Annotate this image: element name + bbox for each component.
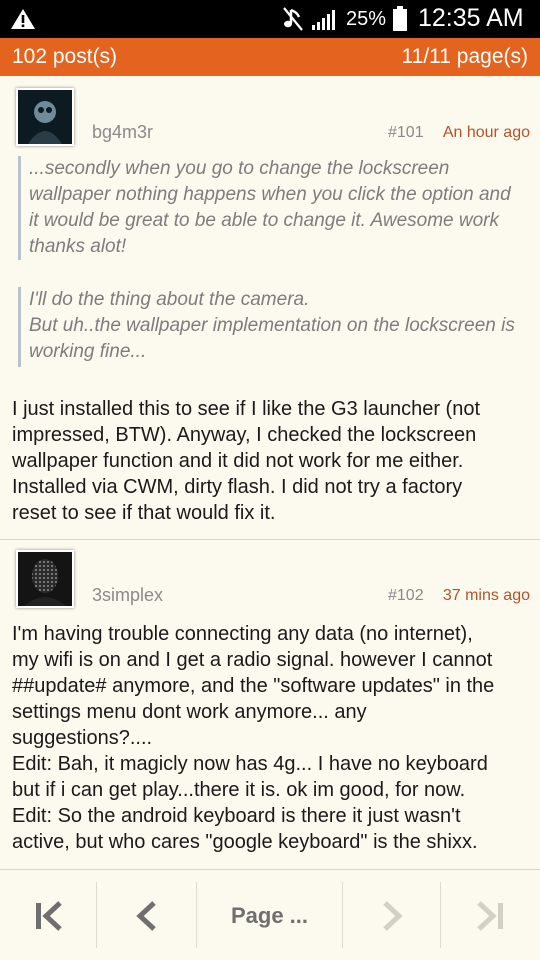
- post-divider: [0, 539, 540, 540]
- last-page-button[interactable]: [441, 870, 540, 960]
- battery-percent: 25%: [346, 8, 387, 30]
- body-line: Edit: So the android keyboard is there i…: [12, 805, 461, 827]
- warning-icon: [11, 9, 35, 29]
- quote-line: working fine...: [29, 341, 147, 362]
- body-line: impressed, BTW). Anyway, I checked the l…: [12, 424, 477, 446]
- body-line: I just installed this to see if I like t…: [12, 398, 481, 420]
- quote-line: I'll do the thing about the camera.: [29, 289, 310, 310]
- post-body: I just installed this to see if I like t…: [12, 396, 532, 526]
- quote-line: thanks alot!: [29, 236, 127, 257]
- status-bar: 25% 12:35 AM: [0, 0, 540, 38]
- first-page-button[interactable]: [0, 870, 96, 960]
- post-header: bg4m3r #101 An hour ago: [0, 88, 540, 148]
- post-number: #101: [388, 124, 424, 141]
- prev-page-button[interactable]: [97, 870, 196, 960]
- body-line: settings menu dont work anymore... any: [12, 701, 367, 723]
- page-label: Page ...: [230, 902, 309, 928]
- body-line: reset to see if that would fix it.: [12, 502, 276, 524]
- body-line: Edit: Bah, it magicly now has 4g... I ha…: [12, 753, 488, 775]
- last-page-icon: [476, 900, 503, 931]
- body-line: my wifi is on and I get a radio signal. …: [12, 649, 493, 671]
- body-line: I'm having trouble connecting any data (…: [12, 623, 473, 645]
- thread-header: 102 post(s) 11/11 page(s): [0, 38, 540, 76]
- avatar[interactable]: [16, 550, 74, 608]
- posts-count: 102 post(s): [12, 45, 118, 68]
- username[interactable]: 3simplex: [92, 585, 163, 606]
- battery-icon: [393, 6, 407, 31]
- post-body: I'm having trouble connecting any data (…: [12, 621, 532, 855]
- post-time: An hour ago: [442, 124, 530, 141]
- body-line: but if i can get play...there it is. ok …: [12, 779, 466, 801]
- post-number: #102: [388, 587, 424, 604]
- username[interactable]: bg4m3r: [92, 122, 153, 143]
- post-header: 3simplex #102 37 mins ago: [0, 550, 540, 610]
- quote-block: I'll do the thing about the camera. But …: [18, 287, 534, 367]
- post-time: 37 mins ago: [442, 587, 530, 604]
- mute-icon: [283, 7, 303, 31]
- quote-line: wallpaper nothing happens when you click…: [29, 184, 511, 205]
- quote-block: ...secondly when you go to change the lo…: [18, 156, 534, 260]
- quote-line: ...secondly when you go to change the lo…: [29, 158, 450, 179]
- quote-line: it would be great to be able to change i…: [29, 210, 499, 231]
- body-line: suggestions?....: [12, 727, 153, 749]
- signal-icon: [312, 10, 335, 30]
- body-line: ##update# anymore, and the "software upd…: [12, 675, 495, 697]
- body-line: active, but who cares "google keyboard" …: [12, 831, 478, 853]
- prev-page-icon: [135, 900, 156, 931]
- first-page-icon: [36, 900, 62, 931]
- page-info: 11/11 page(s): [401, 45, 528, 68]
- page-selector-button[interactable]: Page ...: [197, 870, 342, 960]
- next-page-button[interactable]: [343, 870, 440, 960]
- clock: 12:35 AM: [418, 4, 524, 32]
- body-line: Installed via CWM, dirty flash. I did no…: [12, 476, 463, 498]
- body-line: wallpaper function and it did not work f…: [12, 450, 464, 472]
- avatar[interactable]: [16, 88, 74, 146]
- next-page-icon: [382, 900, 403, 931]
- quote-line: But uh..the wallpaper implementation on …: [29, 315, 515, 336]
- pagination-bar: Page ...: [0, 869, 540, 960]
